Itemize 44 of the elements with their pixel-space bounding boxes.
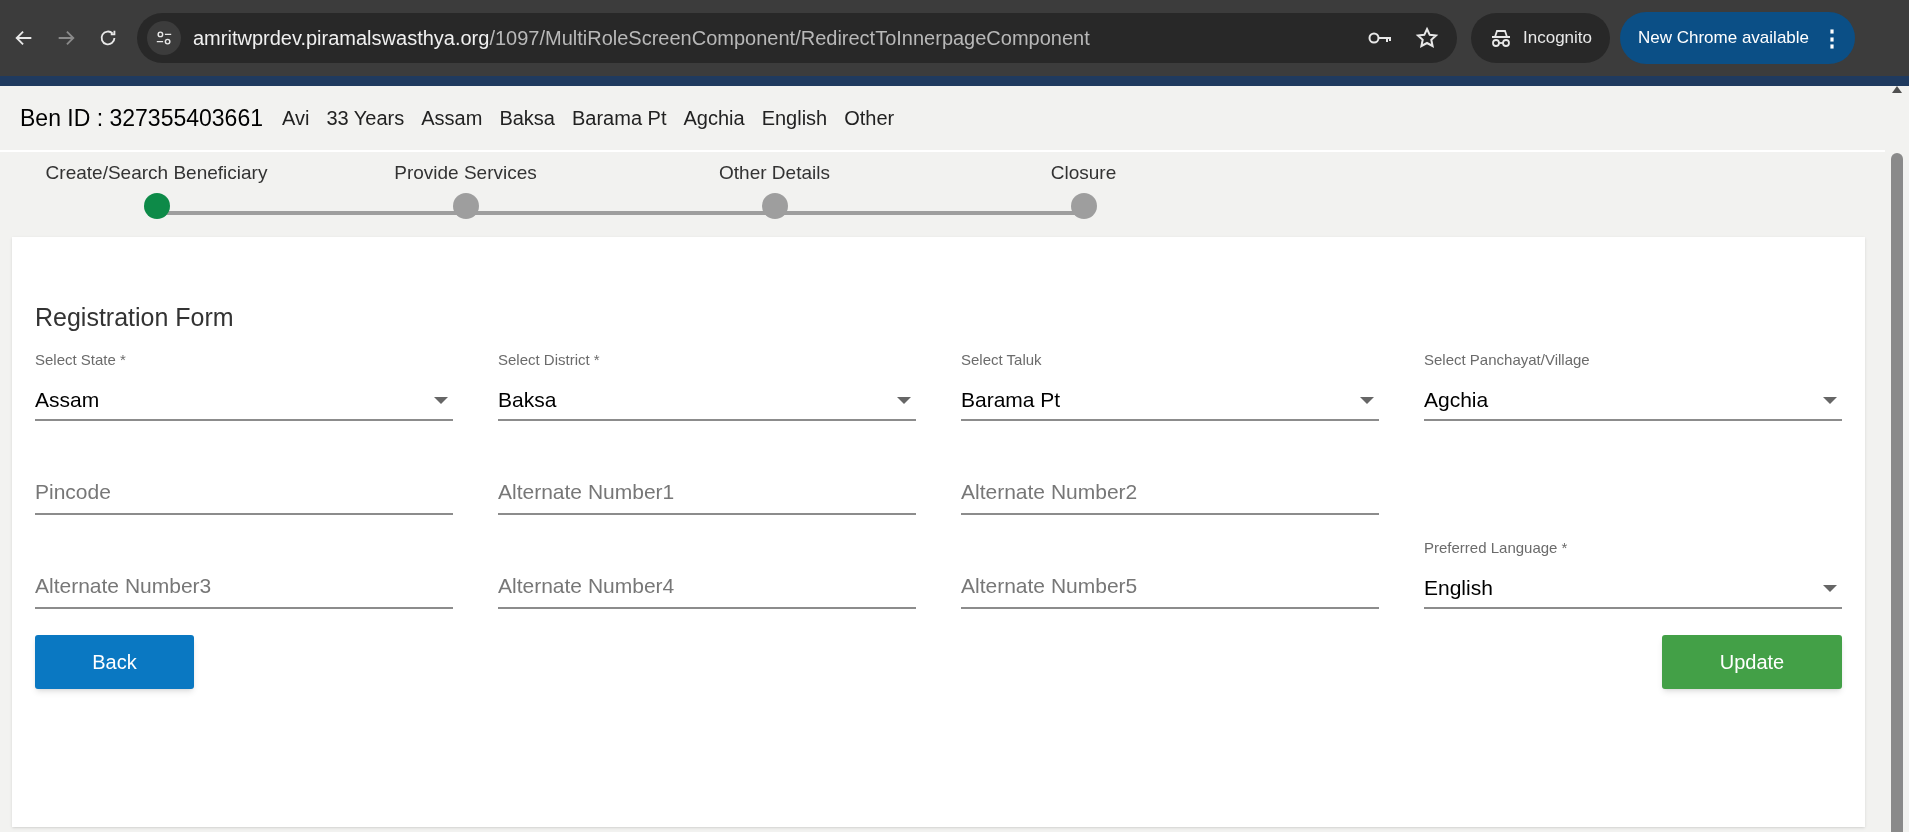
- beneficiary-detail: Agchia: [683, 106, 745, 131]
- beneficiary-detail: Other: [844, 106, 895, 131]
- url-text[interactable]: amritwprdev.piramalswasthya.org/1097/MultiRoleScreenComponent/RedirectToInnerpageComponent: [193, 23, 1090, 53]
- input-field[interactable]: Alternate Number2: [961, 471, 1379, 515]
- beneficiary-detail: Barama Pt: [572, 106, 667, 131]
- site-info-icon[interactable]: [147, 21, 181, 55]
- incognito-chip[interactable]: Incognito: [1471, 13, 1610, 63]
- step-label: Create/Search Beneficiary: [45, 161, 268, 185]
- step-label: Other Details: [719, 161, 830, 185]
- step-label: Closure: [1050, 161, 1117, 185]
- beneficiary-id: Ben ID : 327355403661: [20, 103, 263, 133]
- beneficiary-detail: Assam: [421, 106, 483, 131]
- dropdown-arrow-icon: [1823, 584, 1837, 592]
- input-field[interactable]: Pincode: [35, 471, 453, 515]
- field-label: Select Panchayat/Village: [1424, 349, 1591, 370]
- input-field[interactable]: Alternate Number1: [498, 471, 916, 515]
- beneficiary-detail: Baksa: [499, 106, 555, 131]
- dropdown-arrow-icon: [1823, 396, 1837, 404]
- step-label: Provide Services: [394, 161, 537, 185]
- input-field[interactable]: Alternate Number4: [498, 565, 916, 609]
- dropdown-arrow-icon: [897, 396, 911, 404]
- select-field[interactable]: English: [1424, 569, 1842, 609]
- field-label: Select Taluk: [961, 349, 1043, 370]
- dropdown-arrow-icon: [434, 396, 448, 404]
- dropdown-arrow-icon: [1360, 396, 1374, 404]
- field-label: Select State *: [35, 349, 127, 370]
- field-label: Preferred Language *: [1424, 537, 1569, 558]
- back-button[interactable]: Back: [35, 635, 194, 689]
- input-field[interactable]: Alternate Number3: [35, 565, 453, 609]
- beneficiary-detail: 33 Years: [326, 106, 405, 131]
- incognito-icon: [1489, 28, 1513, 48]
- input-field[interactable]: Alternate Number5: [961, 565, 1379, 609]
- select-field[interactable]: Assam: [35, 381, 453, 421]
- form-title: Registration Form: [35, 302, 235, 333]
- select-field[interactable]: Agchia: [1424, 381, 1842, 421]
- select-field[interactable]: Baksa: [498, 381, 916, 421]
- address-bar[interactable]: amritwprdev.piramalswasthya.org/1097/MultiRoleScreenComponent/RedirectToInnerpageComponent: [137, 13, 1457, 63]
- scrollbar-thumb[interactable]: [1891, 153, 1903, 832]
- field-label: Select District *: [498, 349, 601, 370]
- beneficiary-detail: Avi: [282, 106, 310, 131]
- update-chrome-button[interactable]: New Chrome available ⋮: [1620, 12, 1856, 64]
- beneficiary-detail: English: [761, 106, 828, 131]
- star-icon[interactable]: [1415, 26, 1439, 50]
- select-field[interactable]: Barama Pt: [961, 381, 1379, 421]
